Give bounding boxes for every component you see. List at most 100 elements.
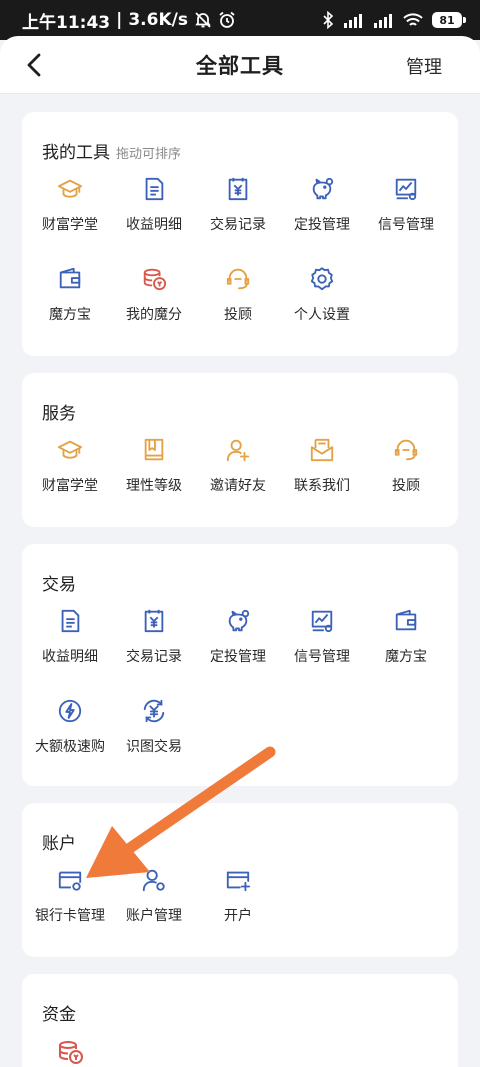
tool-label: 邀请好友 — [210, 478, 266, 494]
tool-label: 投顾 — [224, 307, 252, 323]
tool-item-rational-level[interactable]: 理性等级 — [112, 437, 196, 495]
tool-item-open-account[interactable]: 开户 — [196, 867, 280, 925]
section-my-tools: 我的工具 拖动可排序 财富学堂 收益明细 交易记录 定投管理 信号管理 魔方宝 … — [22, 112, 458, 356]
tool-label: 账户管理 — [126, 908, 182, 924]
status-left: 上午11:43 | 3.6K/s — [22, 8, 236, 33]
tool-item-trade-record[interactable]: 交易记录 — [196, 176, 280, 234]
bluetooth-icon — [323, 11, 334, 29]
tool-item-advisor[interactable]: 投顾 — [196, 266, 280, 324]
tool-item-signal-manage[interactable]: 信号管理 — [280, 608, 364, 666]
tool-label: 魔方宝 — [49, 307, 91, 323]
screen: 上午11:43 | 3.6K/s 81 全部工具 管理 我的工具 拖动可排序 财… — [0, 0, 480, 1067]
tool-item-wealth-school[interactable]: 财富学堂 — [28, 176, 112, 234]
tool-item-bank-card-manage[interactable]: 银行卡管理 — [28, 867, 112, 925]
tool-label: 定投管理 — [294, 217, 350, 233]
network-speed: 3.6K/s — [128, 10, 188, 30]
piggy-bank-icon — [312, 177, 334, 200]
tool-item-my-points[interactable]: 我的魔分 — [112, 266, 196, 324]
yuan-refresh-icon — [143, 699, 165, 723]
add-user-icon — [226, 439, 250, 462]
alarm-icon — [219, 11, 235, 28]
section-trading: 交易 收益明细 交易记录 定投管理 信号管理 魔方宝 大额极速购 识图交易 — [22, 544, 458, 786]
chart-signal-icon — [395, 178, 417, 201]
tool-item-personal-settings[interactable]: 个人设置 — [280, 266, 364, 324]
tool-label: 个人设置 — [294, 307, 350, 323]
tool-label: 开户 — [224, 908, 252, 924]
section-title: 交易 — [42, 570, 76, 595]
headset-icon — [394, 439, 418, 461]
tool-item-invite-friends[interactable]: 邀请好友 — [196, 437, 280, 495]
headset-icon — [226, 268, 250, 290]
tool-grid: 财富学堂 收益明细 交易记录 定投管理 信号管理 魔方宝 我的魔分 投顾 个人设… — [28, 176, 452, 324]
tool-label: 收益明细 — [42, 649, 98, 665]
tool-grid: 财富学堂 理性等级 邀请好友 联系我们 投顾 — [28, 437, 452, 495]
lightning-icon — [58, 699, 82, 723]
book-icon — [144, 438, 164, 461]
tool-label: 定投管理 — [210, 649, 266, 665]
tool-label: 交易记录 — [126, 649, 182, 665]
status-right: 81 — [322, 11, 466, 29]
wallet-icon — [395, 609, 417, 631]
tool-label: 我的魔分 — [126, 307, 182, 323]
document-icon — [145, 177, 164, 201]
tool-item-fast-purchase[interactable]: 大额极速购 — [28, 698, 112, 756]
tool-item-mofangbao[interactable]: 魔方宝 — [364, 608, 448, 666]
status-bar: 上午11:43 | 3.6K/s 81 — [0, 0, 480, 40]
tool-item-image-trade[interactable]: 识图交易 — [112, 698, 196, 756]
tool-label: 联系我们 — [294, 478, 350, 494]
tool-label: 魔方宝 — [385, 649, 427, 665]
yuan-receipt-icon — [144, 609, 164, 633]
user-settings-icon — [142, 869, 165, 892]
section-services: 服务 财富学堂 理性等级 邀请好友 联系我们 投顾 — [22, 373, 458, 527]
header: 全部工具 管理 — [0, 36, 480, 94]
section-title: 我的工具 拖动可排序 — [42, 138, 181, 163]
tool-item-auto-invest[interactable]: 定投管理 — [280, 176, 364, 234]
tool-label: 交易记录 — [210, 217, 266, 233]
mute-bell-icon — [195, 12, 211, 28]
tool-item-auto-invest[interactable]: 定投管理 — [196, 608, 280, 666]
tool-item-advisor[interactable]: 投顾 — [364, 437, 448, 495]
section-title-text: 服务 — [42, 404, 76, 424]
section-account: 账户 银行卡管理 账户管理 开户 — [22, 803, 458, 957]
header-divider — [0, 93, 480, 94]
wallet-icon — [59, 267, 81, 289]
tool-item-income-detail[interactable]: 收益明细 — [28, 608, 112, 666]
back-button[interactable] — [22, 52, 46, 78]
tool-item-wealth-school[interactable]: 财富学堂 — [28, 437, 112, 495]
signal-hd-icon-2 — [374, 14, 392, 28]
manage-button[interactable]: 管理 — [406, 53, 442, 79]
section-title-text: 交易 — [42, 575, 76, 595]
wifi-icon — [403, 13, 423, 26]
coin-stack-icon — [59, 1041, 83, 1064]
section-title-text: 账户 — [42, 834, 76, 854]
card-add-icon — [226, 871, 251, 892]
chart-signal-icon — [311, 610, 333, 633]
tool-label: 信号管理 — [294, 649, 350, 665]
tool-item-contact-us[interactable]: 联系我们 — [280, 437, 364, 495]
section-funds: 资金 — [22, 974, 458, 1067]
piggy-bank-icon — [228, 609, 250, 632]
tool-label: 银行卡管理 — [35, 908, 105, 924]
tool-grid: 收益明细 交易记录 定投管理 信号管理 魔方宝 大额极速购 识图交易 — [28, 608, 452, 756]
tool-label: 理性等级 — [126, 478, 182, 494]
section-title: 服务 — [42, 399, 76, 424]
coin-stack-icon — [143, 268, 167, 291]
signal-hd-icon — [344, 14, 362, 28]
envelope-icon — [310, 438, 334, 462]
section-title-text: 资金 — [42, 1005, 76, 1025]
section-subtitle: 拖动可排序 — [116, 147, 182, 162]
page-title: 全部工具 — [196, 54, 284, 78]
tool-label: 财富学堂 — [42, 478, 98, 494]
tool-label: 识图交易 — [126, 739, 182, 755]
graduation-cap-icon — [57, 179, 83, 198]
tool-item-signal-manage[interactable]: 信号管理 — [364, 176, 448, 234]
tool-item-mofangbao[interactable]: 魔方宝 — [28, 266, 112, 324]
section-title-text: 我的工具 — [42, 143, 110, 163]
tool-item-account-manage[interactable]: 账户管理 — [112, 867, 196, 925]
tool-item-funds-points[interactable] — [28, 1038, 112, 1067]
tool-item-trade-record[interactable]: 交易记录 — [112, 608, 196, 666]
tool-grid — [28, 1038, 452, 1067]
tool-item-income-detail[interactable]: 收益明细 — [112, 176, 196, 234]
section-title: 资金 — [42, 1000, 76, 1025]
tool-label: 财富学堂 — [42, 217, 98, 233]
